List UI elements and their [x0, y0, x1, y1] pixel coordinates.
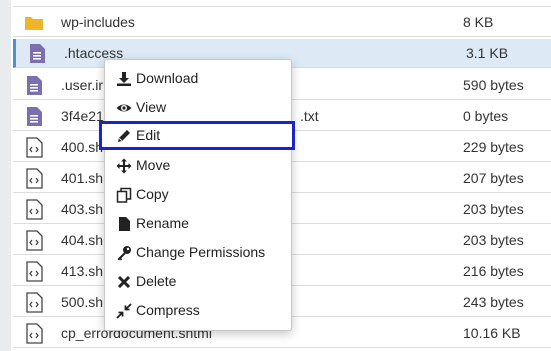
menu-item-compress[interactable]: Compress: [105, 296, 291, 325]
file-size: 590 bytes: [463, 77, 524, 93]
eye-icon: [116, 104, 132, 112]
key-icon: [117, 246, 131, 261]
menu-label: Download: [136, 70, 199, 86]
file-size: 10.16 KB: [463, 325, 521, 341]
copy-icon: [116, 187, 132, 203]
menu-label: Move: [136, 157, 171, 173]
file-size: 243 bytes: [463, 294, 524, 310]
file-name[interactable]: 400.sh: [61, 139, 103, 155]
pencil-icon: [118, 130, 130, 142]
file-name[interactable]: 404.sh: [61, 232, 103, 248]
menu-item-download[interactable]: Download: [105, 64, 291, 93]
code-file-icon: [26, 261, 43, 282]
menu-item-change-permissions[interactable]: Change Permissions: [105, 238, 291, 267]
file-icon: [119, 217, 130, 231]
file-name[interactable]: 401.sh: [61, 170, 103, 186]
menu-label: View: [136, 99, 167, 115]
move-arrows-icon: [116, 158, 132, 174]
context-menu: Download View Edit Move Copy Rename Chan…: [99, 59, 295, 331]
file-size: 229 bytes: [463, 139, 524, 155]
code-file-icon: [26, 199, 43, 220]
menu-label: Edit: [136, 127, 161, 143]
file-size: 3.1 KB: [466, 45, 509, 61]
table-row[interactable]: wp-includes 8 KB: [13, 8, 551, 37]
text-file-icon: [27, 107, 42, 126]
code-file-icon: [26, 292, 43, 313]
file-name-tail: .txt: [300, 108, 319, 124]
file-size: 203 bytes: [463, 201, 524, 217]
menu-label: Change Permissions: [136, 244, 266, 260]
menu-item-view[interactable]: View: [105, 93, 291, 122]
menu-item-move[interactable]: Move: [105, 151, 291, 180]
text-file-icon: [30, 44, 45, 63]
text-file-icon: [27, 76, 42, 95]
menu-item-rename[interactable]: Rename: [105, 209, 291, 238]
file-size: 207 bytes: [463, 170, 524, 186]
menu-item-edit[interactable]: Edit: [99, 121, 295, 150]
code-file-icon: [26, 230, 43, 251]
file-name[interactable]: 500.sh: [61, 294, 103, 310]
code-file-icon: [26, 137, 43, 158]
table-row-partial: [13, 0, 551, 7]
menu-label: Compress: [136, 302, 200, 318]
menu-item-delete[interactable]: Delete: [105, 267, 291, 296]
file-name[interactable]: wp-includes: [61, 14, 135, 30]
left-scroll-strip: [0, 0, 11, 351]
file-name[interactable]: .user.ir: [61, 77, 103, 93]
x-icon: [117, 275, 131, 289]
file-size: 0 bytes: [463, 108, 509, 124]
file-size: 8 KB: [463, 14, 494, 30]
file-name[interactable]: 3f4e21: [61, 108, 104, 124]
menu-label: Rename: [136, 215, 189, 231]
file-size: 216 bytes: [463, 263, 524, 279]
download-icon: [117, 72, 131, 86]
compress-icon: [116, 303, 132, 319]
file-size: 203 bytes: [463, 232, 524, 248]
code-file-icon: [26, 323, 43, 344]
folder-icon: [25, 17, 43, 30]
code-file-icon: [26, 168, 43, 189]
file-name[interactable]: 403.sh: [61, 201, 103, 217]
menu-label: Delete: [136, 273, 177, 289]
menu-label: Copy: [136, 186, 169, 202]
file-name[interactable]: 413.sh: [61, 263, 103, 279]
menu-item-copy[interactable]: Copy: [105, 180, 291, 209]
